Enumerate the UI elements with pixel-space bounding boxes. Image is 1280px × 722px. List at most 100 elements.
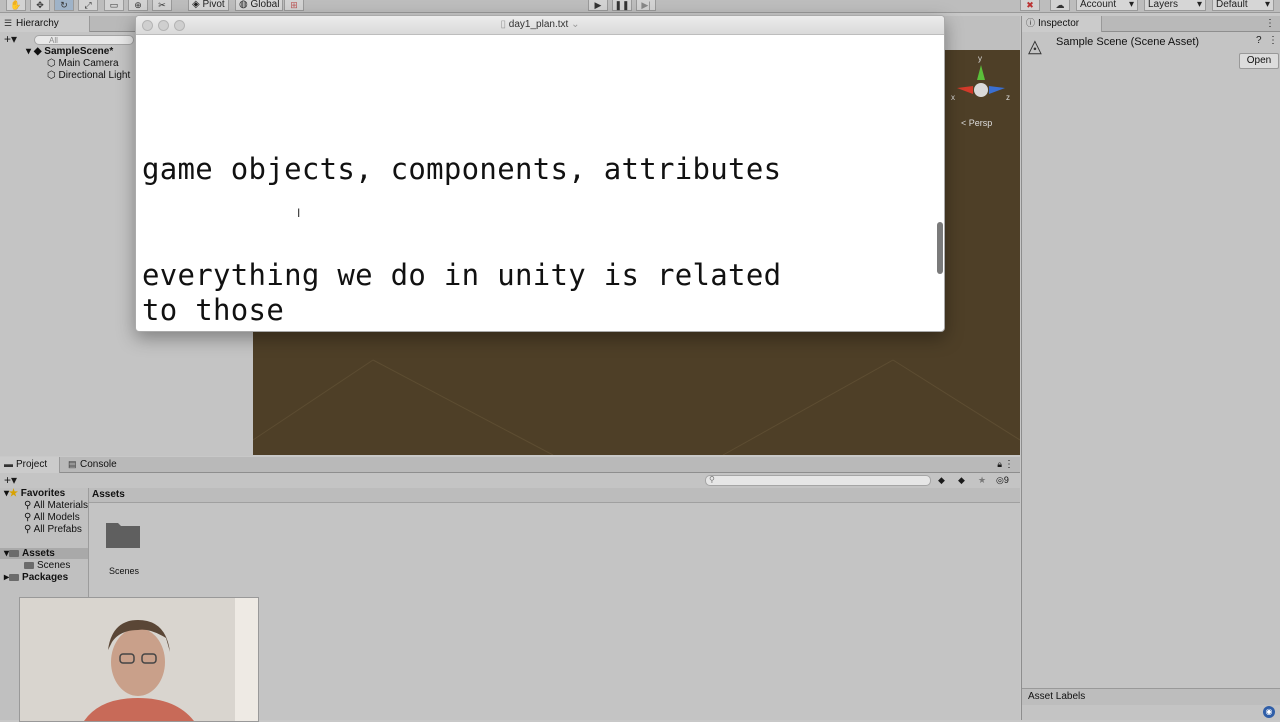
create-asset-icon[interactable]: +▾ (4, 473, 17, 487)
scene-row[interactable]: ▾ ◆ SampleScene* (26, 46, 113, 57)
layers-label: Layers (1148, 0, 1179, 10)
unity-logo-icon: ◬ (1028, 36, 1042, 56)
zoom-window-button[interactable] (174, 20, 185, 31)
project-tab-bar: ▬ Project ▤ Console 🔒︎ ⋮ (0, 457, 1020, 473)
asset-label: Scenes (108, 566, 140, 576)
chevron-down-icon: ⌄ (568, 19, 580, 30)
asset-labels-title: Asset Labels (1028, 691, 1086, 702)
scene-grid (253, 359, 1020, 455)
account-label: Account (1080, 0, 1117, 10)
document-line-3: to those (142, 293, 285, 327)
step-icon[interactable]: ▶| (636, 0, 656, 11)
asset-labels-bar[interactable]: Asset Labels (1022, 688, 1280, 705)
breadcrumb-assets[interactable]: Assets (92, 489, 125, 500)
search-icon: ⚲ (24, 500, 34, 511)
scene-view[interactable] (253, 330, 1020, 455)
rect-tool-icon[interactable]: ▭ (104, 0, 124, 11)
chevron-down-icon: ▾ (1264, 0, 1270, 10)
layers-dropdown[interactable]: Layers ▾ (1144, 0, 1206, 11)
close-window-button[interactable] (142, 20, 153, 31)
assets-label: Assets (22, 548, 55, 559)
eye-slash-icon: ◎ (996, 475, 1004, 485)
scale-tool-icon[interactable]: ⤢ (78, 0, 98, 11)
favorite-item-all-materials[interactable]: ⚲ All Materials (24, 500, 88, 511)
rotate-tool-icon[interactable]: ↻ (54, 0, 74, 11)
gizmo-axis-y: y (978, 54, 982, 63)
favorite-item-all-models[interactable]: ⚲ All Models (24, 512, 80, 523)
layout-dropdown[interactable]: Default ▾ (1212, 0, 1274, 11)
hidden-packages-toggle[interactable]: ◎9 (996, 475, 1009, 486)
pause-icon[interactable]: ❚❚ (612, 0, 632, 11)
move-tool-icon[interactable]: ✥ (30, 0, 50, 11)
folder-icon: ▬ (4, 459, 13, 469)
projection-label[interactable]: < Persp (961, 118, 992, 128)
panel-menu-icon[interactable]: ⋮ (1004, 459, 1014, 470)
asset-item-scenes[interactable]: Scenes (104, 519, 144, 576)
transform-tool-icon[interactable]: ⊕ (128, 0, 148, 11)
asset-bundle-icon[interactable]: ◉ (1263, 706, 1275, 718)
tab-console[interactable]: ▤ Console (64, 457, 124, 473)
editor-scrollbar[interactable] (937, 222, 943, 274)
panel-menu-icon[interactable]: ⋮ (1265, 18, 1275, 29)
folder-icon (9, 574, 20, 581)
cloud-icon[interactable]: ☁ (1050, 0, 1070, 11)
project-search-input[interactable]: ⚲ (705, 475, 931, 486)
gizmo-axis-x: x (951, 93, 955, 102)
star-icon: ★ (9, 488, 18, 499)
list-icon: ☰ (4, 18, 13, 28)
collab-icon[interactable]: ✖ (1020, 0, 1040, 11)
editor-title-bar[interactable]: ▯ day1_plan.txt ⌄ (136, 16, 944, 35)
search-placeholder: All (49, 36, 58, 45)
asset-folder-scenes[interactable]: Scenes (24, 560, 70, 571)
account-dropdown[interactable]: Account ▾ (1076, 0, 1138, 11)
favorites-label: Favorites (20, 488, 66, 499)
hierarchy-search-input[interactable]: All (34, 35, 134, 45)
layout-label: Default (1216, 0, 1248, 10)
add-icon[interactable]: +▾ (4, 32, 24, 46)
tab-hierarchy[interactable]: ☰ Hierarchy (0, 16, 90, 32)
filter-by-label-icon[interactable]: ◆ (958, 475, 965, 486)
folder-icon (106, 523, 140, 548)
global-toggle[interactable]: ◍ Global (235, 0, 284, 11)
info-icon: ⓘ (1026, 18, 1036, 28)
text-editor-window[interactable]: ▯ day1_plan.txt ⌄ game objects, componen… (135, 15, 945, 332)
hierarchy-item-main-camera[interactable]: ⬡ Main Camera (47, 58, 119, 69)
help-icon[interactable]: ? (1256, 35, 1262, 46)
scene-view-edge: y x z < Persp (943, 50, 1020, 330)
packages-label: Packages (22, 572, 69, 583)
settings-icon[interactable]: ⋮ (1268, 35, 1278, 46)
play-icon[interactable]: ▶ (588, 0, 608, 11)
filter-by-type-icon[interactable]: ◆ (938, 475, 945, 486)
hand-tool-icon[interactable]: ✋ (6, 0, 26, 11)
favorite-item-all-prefabs[interactable]: ⚲ All Prefabs (24, 524, 82, 535)
lock-icon[interactable]: 🔒︎ (997, 459, 1002, 470)
item-label: Directional Light (58, 70, 131, 81)
grid-snap-icon[interactable]: ⊞ (284, 0, 304, 11)
pivot-label: Pivot (202, 0, 225, 10)
presenter-video-image (20, 598, 258, 721)
tab-label: Project (16, 459, 48, 470)
tab-inspector[interactable]: ⓘ Inspector (1022, 16, 1102, 32)
console-icon: ▤ (68, 459, 77, 469)
editor-filename: day1_plan.txt (508, 19, 569, 30)
packages-row[interactable]: ▸ Packages (4, 572, 68, 583)
cube-icon: ⬡ (47, 58, 59, 69)
folder-icon (24, 562, 34, 569)
document-line-2: everything we do in unity is related (142, 258, 782, 292)
globe-icon: ◍ (239, 0, 251, 10)
tab-label: Console (80, 459, 117, 470)
document-icon: ▯ (500, 19, 509, 30)
tab-project[interactable]: ▬ Project (0, 457, 60, 473)
favorite-star-icon[interactable]: ★ (978, 475, 986, 486)
minimize-window-button[interactable] (158, 20, 169, 31)
pivot-toggle[interactable]: ◈ Pivot (188, 0, 229, 11)
custom-tool-icon[interactable]: ✂ (152, 0, 172, 11)
tab-label: Inspector (1038, 18, 1080, 29)
chevron-down-icon: ▾ (1128, 0, 1134, 10)
text-cursor-icon: I (297, 206, 301, 220)
favorites-row[interactable]: ▾★ Favorites (4, 488, 65, 499)
main-toolbar: ✋ ✥ ↻ ⤢ ▭ ⊕ ✂ ◈ Pivot ◍ Global ⊞ ▶ ❚❚ ▶|… (0, 0, 1280, 13)
assets-row[interactable]: ▾ Assets (0, 548, 88, 559)
open-button[interactable]: Open (1239, 53, 1279, 69)
hierarchy-item-directional-light[interactable]: ⬡ Directional Light (47, 70, 130, 81)
